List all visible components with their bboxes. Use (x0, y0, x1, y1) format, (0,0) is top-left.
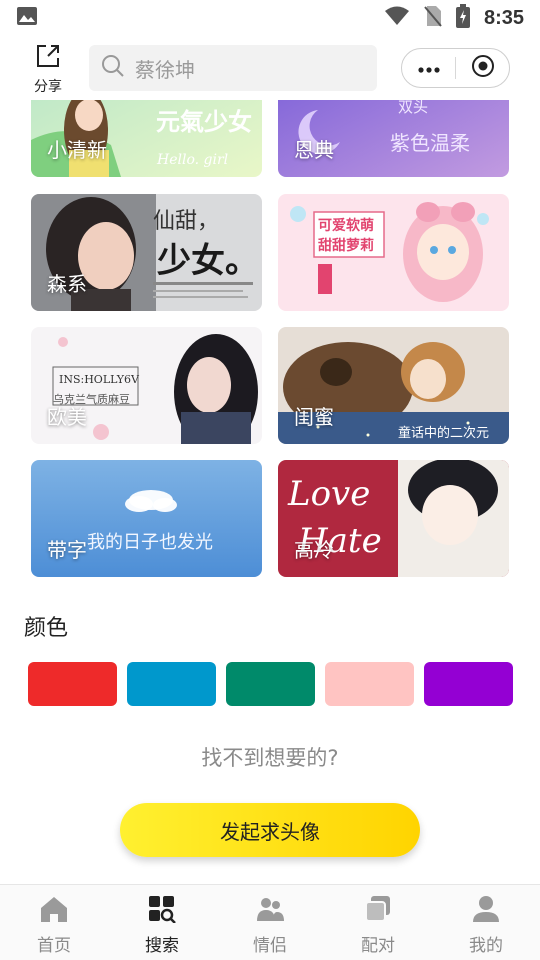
close-miniprogram-button[interactable] (456, 49, 509, 87)
style-grid: 元氣少女 Hello. girl 小清新 双头 紫色温柔 恩典 仙甜， 少女。 … (0, 100, 540, 580)
nav-label: 我的 (469, 936, 503, 956)
card-sub-text: 甜甜萝莉 (318, 237, 374, 254)
target-icon (471, 54, 495, 82)
miniprogram-capsule (401, 48, 510, 88)
card-label: 高冷 (294, 538, 334, 562)
color-swatch-red[interactable] (28, 662, 117, 706)
style-card[interactable]: 元氣少女 Hello. girl 小清新 (31, 100, 262, 177)
nav-label: 配对 (361, 936, 395, 956)
screen: 8:35 分享 蔡徐坤 元氣少女 Hello. girl 小清新 双头 紫色温柔… (0, 0, 540, 960)
color-swatch-purple[interactable] (424, 662, 513, 706)
card-overlay-text: Love (287, 474, 370, 514)
colors-title: 颜色 (24, 616, 69, 641)
search-grid-icon (147, 895, 177, 927)
card-overlay-text: 可爱软萌 (318, 217, 374, 234)
nav-label: 情侣 (253, 936, 287, 956)
card-label: 森系 (47, 272, 87, 296)
style-card[interactable]: 我的日子也发光 带字 (31, 460, 262, 577)
share-label: 分享 (34, 79, 62, 95)
home-icon (39, 895, 69, 927)
search-icon (101, 54, 125, 82)
request-avatar-button[interactable]: 发起求头像 (120, 803, 420, 857)
card-image: 可爱软萌 甜甜萝莉 (278, 194, 509, 311)
status-bar: 8:35 (0, 0, 540, 36)
nav-item-home[interactable]: 首页 (0, 885, 108, 960)
bottom-nav: 首页 搜索 情侣 配对 我的 (0, 884, 540, 960)
style-card[interactable]: 仙甜， 少女。 森系 (31, 194, 262, 311)
match-icon (363, 895, 393, 927)
more-dots-icon (417, 59, 441, 78)
no-sim-icon (424, 5, 442, 32)
style-card[interactable]: INS:HOLLY6V 乌克兰气质麻豆 欧美 (31, 327, 262, 444)
card-overlay-text: INS:HOLLY6V (59, 373, 140, 386)
style-card[interactable]: 双头 紫色温柔 恩典 (278, 100, 509, 177)
share-button[interactable]: 分享 (28, 42, 68, 95)
color-swatch-blue[interactable] (127, 662, 216, 706)
top-bar: 分享 蔡徐坤 (0, 38, 540, 100)
style-card[interactable]: 可爱软萌 甜甜萝莉 (278, 194, 509, 311)
more-button[interactable] (402, 49, 455, 87)
card-overlay-text: 元氣少女 (156, 108, 252, 136)
share-icon (34, 42, 62, 74)
card-label: 带字 (47, 538, 87, 562)
style-card[interactable]: Love Hate 高冷 (278, 460, 509, 577)
nav-item-mine[interactable]: 我的 (432, 885, 540, 960)
card-sub-text: 双头 (398, 100, 428, 116)
not-found-text: 找不到想要的? (201, 746, 339, 770)
color-swatches (28, 662, 513, 706)
couple-icon (255, 895, 285, 927)
nav-label: 搜索 (145, 936, 179, 956)
card-overlay-text: 童话中的二次元 (398, 425, 489, 441)
user-icon (471, 895, 501, 927)
card-overlay-text: 我的日子也发光 (87, 532, 213, 553)
color-swatch-green[interactable] (226, 662, 315, 706)
nav-label: 首页 (37, 936, 71, 956)
card-label: 小清新 (47, 138, 107, 162)
status-time: 8:35 (483, 6, 524, 29)
nav-item-couple[interactable]: 情侣 (216, 885, 324, 960)
card-label: 恩典 (294, 138, 334, 162)
battery-charging-icon (455, 3, 470, 33)
search-input[interactable]: 蔡徐坤 (89, 45, 377, 91)
color-swatch-pink[interactable] (325, 662, 414, 706)
card-sub-text: Hello. girl (156, 152, 228, 168)
card-sub-text: 少女。 (157, 241, 259, 281)
search-placeholder: 蔡徐坤 (135, 57, 195, 82)
card-overlay-text: 仙甜， (153, 209, 219, 234)
nav-item-match[interactable]: 配对 (324, 885, 432, 960)
gallery-notification-icon (16, 6, 38, 31)
card-label: 闺蜜 (294, 405, 334, 429)
card-label: 欧美 (47, 405, 87, 429)
card-overlay-text: 紫色温柔 (390, 131, 470, 155)
nav-item-search[interactable]: 搜索 (108, 885, 216, 960)
style-card[interactable]: 童话中的二次元 闺蜜 (278, 327, 509, 444)
wifi-icon (384, 6, 410, 31)
